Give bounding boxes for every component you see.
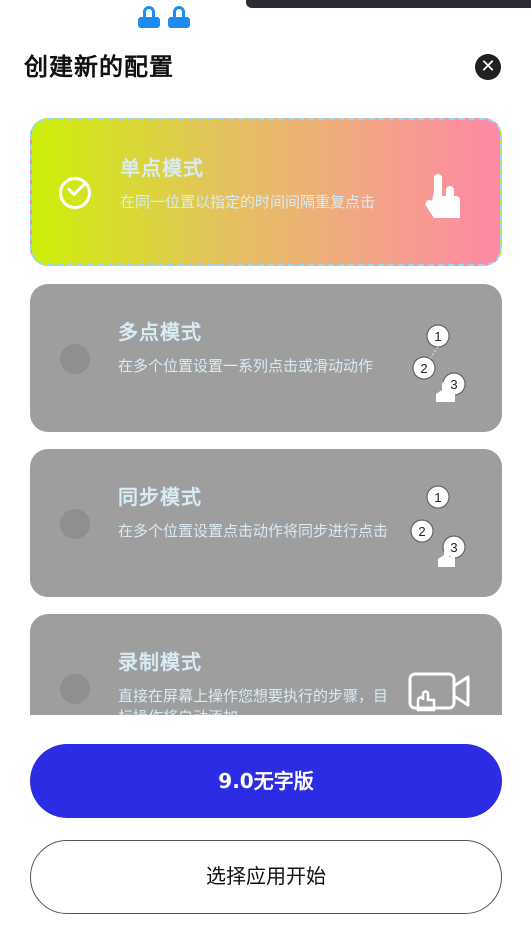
mode-card-record[interactable]: 录制模式 直接在屏幕上操作您想要执行的步骤，目标操作将自动添加 <box>30 614 502 715</box>
lock-icon <box>168 6 190 28</box>
sync-tap-icon: 1 2 3 <box>410 485 466 567</box>
mode-card-single[interactable]: 单点模式 在同一位置以指定的时间间隔重复点击 <box>30 118 502 266</box>
radio-unselected[interactable] <box>60 509 90 539</box>
mode-title: 多点模式 <box>118 320 202 344</box>
step-label: 2 <box>420 361 427 376</box>
mode-title: 录制模式 <box>118 650 202 674</box>
step-label: 3 <box>450 377 457 392</box>
mode-description: 在多个位置设置一系列点击或滑动动作 <box>118 357 374 375</box>
single-tap-icon <box>425 174 460 218</box>
mode-card-multi[interactable]: 多点模式 在多个位置设置一系列点击或滑动动作 1 2 3 <box>30 284 502 432</box>
close-icon[interactable]: ✕ <box>475 54 501 80</box>
primary-button[interactable]: 9.0无字版 <box>30 744 502 818</box>
mode-title: 单点模式 <box>120 156 204 180</box>
lock-icon <box>138 6 160 28</box>
mode-title: 同步模式 <box>118 485 202 509</box>
radio-unselected[interactable] <box>60 344 90 374</box>
dialog-header: 创建新的配置 ✕ <box>24 50 504 86</box>
multi-tap-icon: 1 2 3 <box>412 324 466 402</box>
radio-selected[interactable] <box>59 177 91 209</box>
step-label: 1 <box>434 329 441 344</box>
status-icons <box>138 6 190 28</box>
status-bar-right <box>246 0 531 8</box>
mode-description: 直接在屏幕上操作您想要执行的步骤，目标操作将自动添加 <box>118 687 389 715</box>
mode-description: 在多个位置设置点击动作将同步进行点击 <box>118 522 389 540</box>
mode-description: 在同一位置以指定的时间间隔重复点击 <box>120 193 376 211</box>
dialog-title: 创建新的配置 <box>24 53 174 81</box>
step-label: 1 <box>434 490 441 505</box>
mode-card-sync[interactable]: 同步模式 在多个位置设置点击动作将同步进行点击 1 2 3 <box>30 449 502 597</box>
check-icon <box>66 177 87 197</box>
step-label: 3 <box>450 540 457 555</box>
record-icon <box>408 672 470 712</box>
status-bar-left <box>0 0 246 8</box>
radio-unselected[interactable] <box>60 674 90 704</box>
mode-list[interactable]: 单点模式 在同一位置以指定的时间间隔重复点击 多点模式 在多个位置设置一系列点击… <box>30 118 502 715</box>
step-label: 2 <box>418 524 425 539</box>
choose-app-button[interactable]: 选择应用开始 <box>30 840 502 914</box>
